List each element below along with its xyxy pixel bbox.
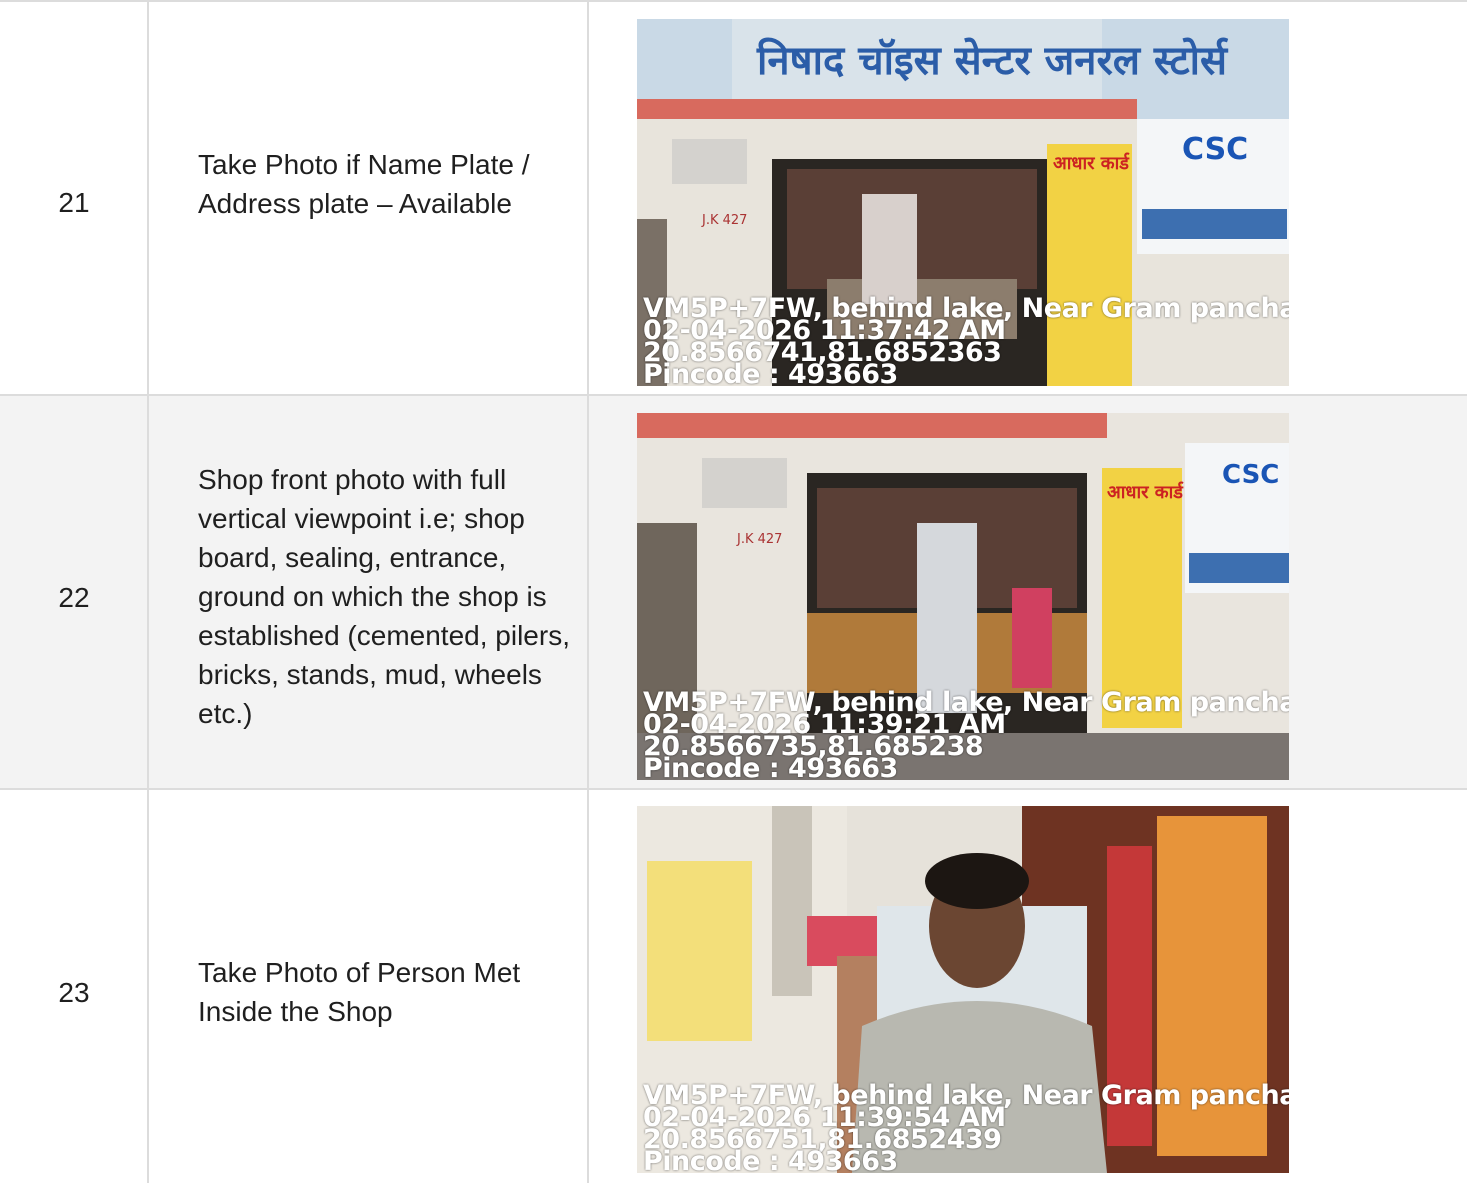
row-description: Take Photo of Person Met Inside the Shop bbox=[198, 957, 521, 1027]
photo-checklist-table: 21 Take Photo if Name Plate / Address pl… bbox=[0, 0, 1467, 1183]
signboard-text: निषाद चॉइस सेन्टर जनरल स्टोर्स bbox=[756, 37, 1229, 84]
row-number: 22 bbox=[58, 582, 90, 613]
wall-sign-text: आधार कार्ड bbox=[1107, 481, 1184, 503]
csc-logo-text: CSC bbox=[1182, 132, 1248, 167]
row-description: Shop front photo with full vertical view… bbox=[198, 464, 570, 729]
row-number: 23 bbox=[58, 977, 90, 1008]
table-border-top bbox=[0, 0, 1467, 2]
geo-stamp-overlay: VM5P+7FW, behind lake, Near Gram panchay… bbox=[643, 689, 1289, 780]
geo-stamp-overlay: VM5P+7FW, behind lake, Near Gram panchay… bbox=[643, 1082, 1289, 1173]
geo-stamp-overlay: VM5P+7FW, behind lake, Near Gram panchay… bbox=[643, 295, 1289, 386]
row-divider bbox=[0, 788, 1467, 790]
table-row: 22 Shop front photo with full vertical v… bbox=[0, 395, 1467, 789]
name-plate-photo[interactable]: निषाद चॉइस सेन्टर जनरल स्टोर्स J.K 427 आ… bbox=[637, 19, 1289, 386]
door-text: J.K 427 bbox=[736, 532, 782, 547]
row-number: 21 bbox=[58, 187, 90, 218]
column-divider bbox=[587, 0, 589, 1183]
person-met-photo[interactable]: VM5P+7FW, behind lake, Near Gram panchay… bbox=[637, 806, 1289, 1173]
row-description: Take Photo if Name Plate / Address plate… bbox=[198, 149, 530, 219]
column-divider bbox=[147, 0, 149, 1183]
shop-front-photo[interactable]: J.K 427 आधार कार्ड CSC VM5P+7FW, behind … bbox=[637, 413, 1289, 780]
table-row: 23 Take Photo of Person Met Inside the S… bbox=[0, 789, 1467, 1183]
csc-logo-text: CSC bbox=[1222, 460, 1279, 490]
table-row: 21 Take Photo if Name Plate / Address pl… bbox=[0, 0, 1467, 395]
wall-sign-text: आधार कार्ड bbox=[1053, 152, 1130, 174]
door-text: J.K 427 bbox=[701, 213, 747, 228]
row-divider bbox=[0, 394, 1467, 396]
